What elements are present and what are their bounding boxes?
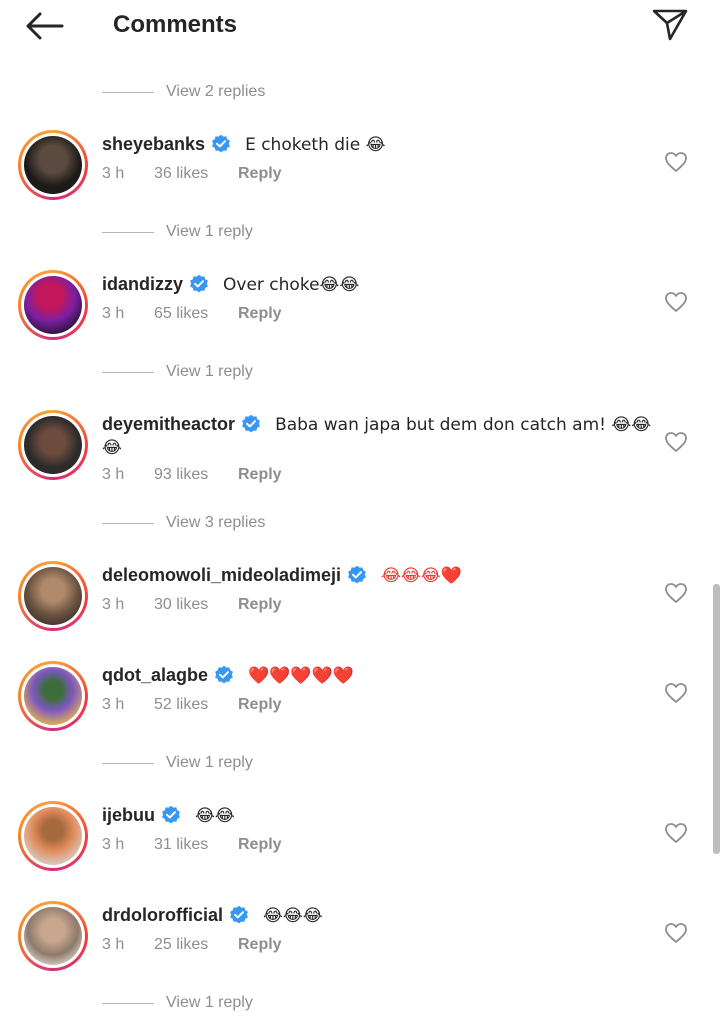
back-button[interactable] bbox=[22, 9, 66, 43]
like-count[interactable]: 30 likes bbox=[154, 596, 238, 614]
like-button[interactable] bbox=[664, 682, 688, 704]
comment-text-continued: 😂 bbox=[102, 438, 122, 458]
comment-text: E choketh die 😂 bbox=[245, 135, 386, 155]
heart-icon bbox=[665, 432, 687, 452]
verified-badge-icon bbox=[215, 665, 233, 684]
like-button[interactable] bbox=[664, 151, 688, 173]
verified-badge-icon bbox=[348, 565, 366, 584]
avatar[interactable] bbox=[18, 270, 88, 340]
comment-time: 3 h bbox=[102, 165, 125, 182]
like-count[interactable]: 52 likes bbox=[154, 696, 238, 714]
comment-time: 3 h bbox=[102, 936, 125, 953]
comment-time: 3 h bbox=[102, 305, 125, 322]
comment-time: 3 h bbox=[102, 696, 125, 713]
avatar[interactable] bbox=[18, 410, 88, 480]
avatar[interactable] bbox=[18, 801, 88, 871]
share-button[interactable] bbox=[650, 6, 690, 44]
reply-button[interactable]: Reply bbox=[238, 305, 282, 323]
heart-icon bbox=[665, 683, 687, 703]
view-replies-label: View 2 replies bbox=[166, 83, 266, 100]
view-replies-label: View 1 reply bbox=[166, 754, 253, 771]
reply-button[interactable]: Reply bbox=[238, 836, 282, 854]
username[interactable]: qdot_alagbe bbox=[102, 665, 208, 685]
view-replies-button[interactable]: View 1 reply bbox=[102, 360, 253, 384]
view-replies-button[interactable]: View 2 replies bbox=[102, 80, 265, 104]
username[interactable]: deleomowoli_mideoladimeji bbox=[102, 565, 341, 585]
verified-badge-icon bbox=[162, 805, 180, 824]
divider bbox=[102, 231, 154, 233]
view-replies-label: View 1 reply bbox=[166, 994, 253, 1011]
view-replies-button[interactable]: View 1 reply bbox=[102, 991, 253, 1015]
view-replies-label: View 1 reply bbox=[166, 223, 253, 240]
comment-text: 😂😂 bbox=[195, 806, 235, 826]
heart-icon bbox=[665, 923, 687, 943]
reply-button[interactable]: Reply bbox=[238, 466, 282, 484]
reply-button[interactable]: Reply bbox=[238, 165, 282, 183]
username[interactable]: idandizzy bbox=[102, 274, 183, 294]
like-count[interactable]: 36 likes bbox=[154, 165, 238, 183]
verified-badge-icon bbox=[212, 134, 230, 153]
like-count[interactable]: 31 likes bbox=[154, 836, 238, 854]
reply-button[interactable]: Reply bbox=[238, 696, 282, 714]
view-replies-button[interactable]: View 1 reply bbox=[102, 751, 253, 775]
view-replies-button[interactable]: View 1 reply bbox=[102, 220, 253, 244]
avatar[interactable] bbox=[18, 561, 88, 631]
reply-button[interactable]: Reply bbox=[238, 936, 282, 954]
heart-icon bbox=[665, 152, 687, 172]
avatar[interactable] bbox=[18, 901, 88, 971]
like-count[interactable]: 93 likes bbox=[154, 466, 238, 484]
divider bbox=[102, 1002, 154, 1004]
like-button[interactable] bbox=[664, 822, 688, 844]
like-button[interactable] bbox=[664, 431, 688, 453]
avatar[interactable] bbox=[18, 661, 88, 731]
divider bbox=[102, 522, 154, 524]
page-title: Comments bbox=[113, 11, 238, 38]
top-bar: Comments bbox=[0, 0, 720, 52]
comment-text: Baba wan japa but dem don catch am! 😂😂 bbox=[275, 415, 652, 435]
username[interactable]: ijebuu bbox=[102, 805, 155, 825]
comment-time: 3 h bbox=[102, 596, 125, 613]
view-replies-label: View 3 replies bbox=[166, 514, 266, 531]
divider bbox=[102, 371, 154, 373]
like-button[interactable] bbox=[664, 922, 688, 944]
view-replies-button[interactable]: View 3 replies bbox=[102, 511, 265, 535]
verified-badge-icon bbox=[242, 414, 260, 433]
verified-badge-icon bbox=[190, 274, 208, 293]
comment-text: Over choke😂😂 bbox=[223, 275, 360, 295]
reply-button[interactable]: Reply bbox=[238, 596, 282, 614]
arrow-left-icon bbox=[26, 12, 64, 40]
comment-time: 3 h bbox=[102, 466, 125, 483]
verified-badge-icon bbox=[230, 905, 248, 924]
scrollbar[interactable] bbox=[713, 584, 720, 854]
send-icon bbox=[652, 9, 688, 41]
comment-text: 😂😂😂❤️ bbox=[381, 566, 462, 586]
username[interactable]: sheyebanks bbox=[102, 134, 205, 154]
like-count[interactable]: 25 likes bbox=[154, 936, 238, 954]
heart-icon bbox=[665, 292, 687, 312]
heart-icon bbox=[665, 583, 687, 603]
view-replies-label: View 1 reply bbox=[166, 363, 253, 380]
avatar[interactable] bbox=[18, 130, 88, 200]
username[interactable]: deyemitheactor bbox=[102, 414, 235, 434]
like-button[interactable] bbox=[664, 582, 688, 604]
divider bbox=[102, 91, 154, 93]
username[interactable]: drdolorofficial bbox=[102, 905, 223, 925]
like-count[interactable]: 65 likes bbox=[154, 305, 238, 323]
comment-text: 😂😂😂 bbox=[263, 906, 323, 926]
comment-text: ❤️❤️❤️❤️❤️ bbox=[248, 666, 354, 686]
heart-icon bbox=[665, 823, 687, 843]
comment-time: 3 h bbox=[102, 836, 125, 853]
like-button[interactable] bbox=[664, 291, 688, 313]
divider bbox=[102, 762, 154, 764]
